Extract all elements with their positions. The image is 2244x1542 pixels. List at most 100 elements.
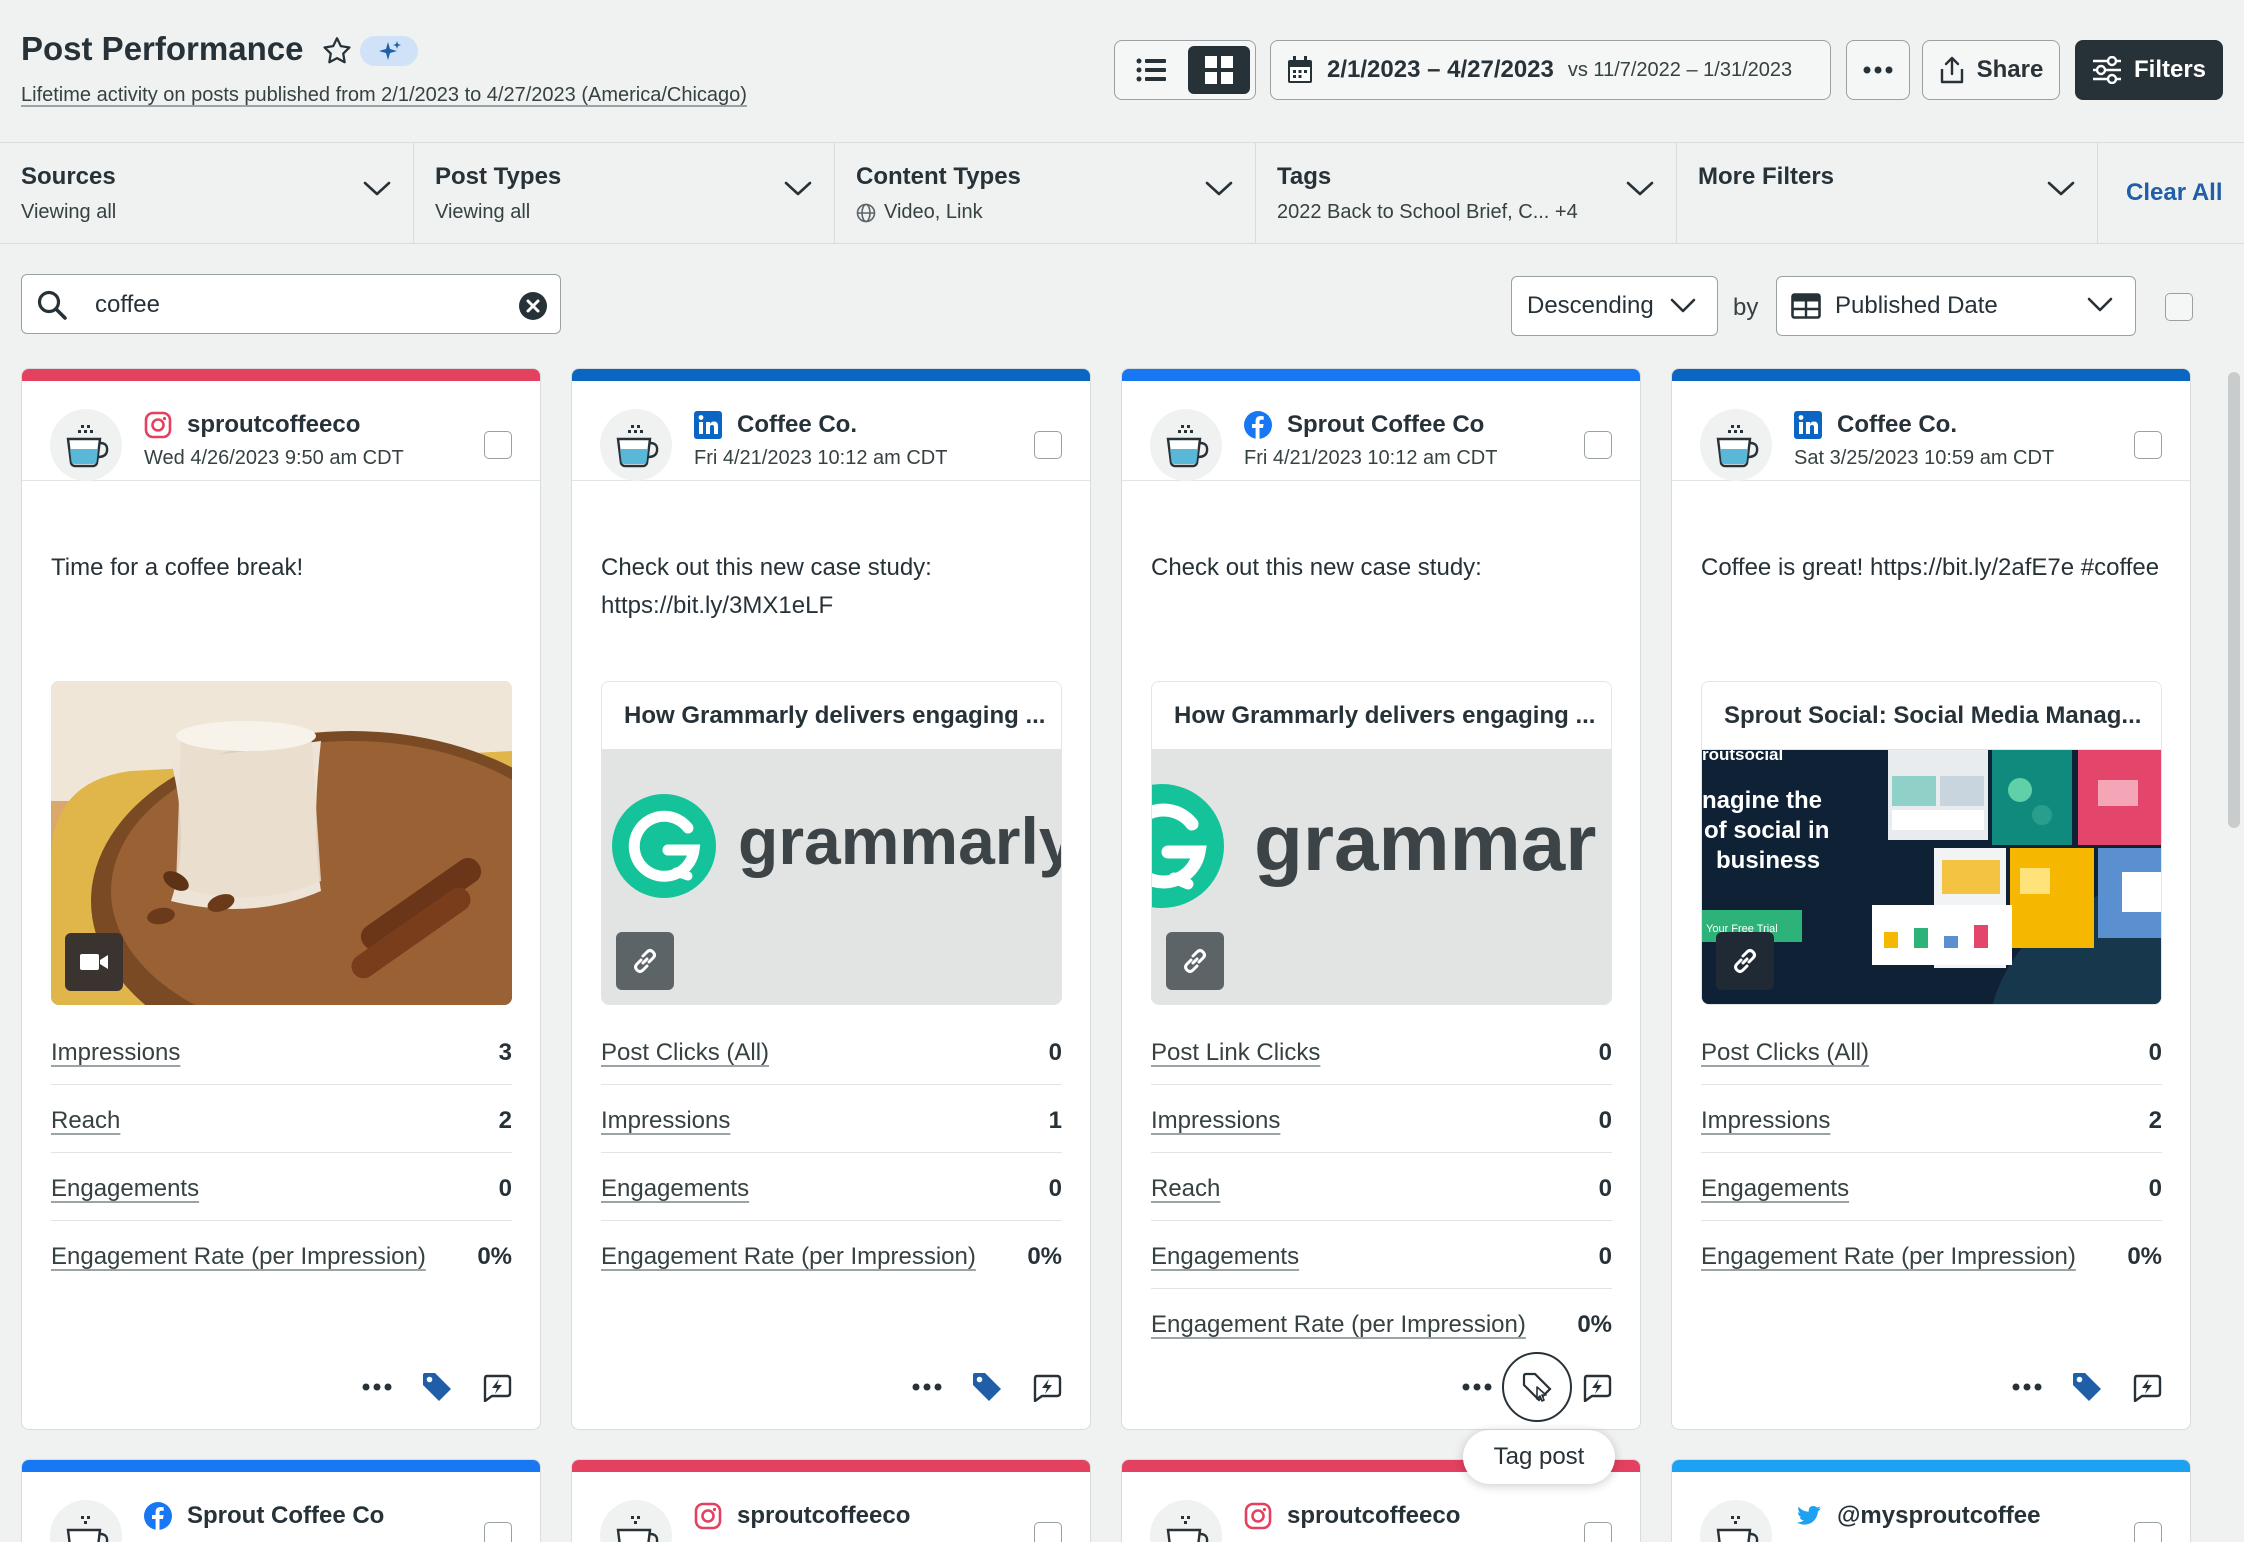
post-select-checkbox[interactable] xyxy=(2134,431,2162,459)
link-preview[interactable]: Sprout Social: Social Media Manag... rou… xyxy=(1701,681,2162,1005)
metric-label[interactable]: Impressions xyxy=(51,1039,180,1067)
tag-post-button[interactable] xyxy=(2070,1370,2104,1404)
link-preview[interactable]: How Grammarly delivers engaging ... gram… xyxy=(1151,681,1612,1005)
more-actions-button[interactable] xyxy=(910,1370,944,1404)
account-name[interactable]: sproutcoffeeco xyxy=(1287,1502,1460,1530)
link-icon xyxy=(634,949,656,973)
metric-label[interactable]: Impressions xyxy=(601,1107,730,1135)
account-name[interactable]: Coffee Co. xyxy=(1837,411,1957,439)
post-header: @mysproutcoffee xyxy=(1672,1472,2190,1542)
metric-value: 0 xyxy=(1048,1039,1062,1066)
chevron-down-icon xyxy=(1626,181,1654,196)
coffee-cup-icon xyxy=(616,425,659,468)
account-name[interactable]: @mysproutcoffee xyxy=(1837,1502,2040,1530)
post-select-checkbox[interactable] xyxy=(484,1522,512,1542)
star-icon[interactable] xyxy=(320,34,354,68)
spike-alert-button[interactable] xyxy=(480,1370,514,1404)
metric-label[interactable]: Engagements xyxy=(1151,1243,1299,1271)
more-actions-button[interactable] xyxy=(2010,1370,2044,1404)
link-preview[interactable]: How Grammarly delivers engaging ... gram… xyxy=(601,681,1062,1005)
filter-label: Sources xyxy=(21,163,116,190)
metric-label[interactable]: Engagements xyxy=(1701,1175,1849,1203)
more-options-button[interactable] xyxy=(1846,40,1910,100)
post-media-image[interactable] xyxy=(51,681,512,1005)
metric-label[interactable]: Reach xyxy=(51,1107,120,1135)
tag-post-button[interactable] xyxy=(970,1370,1004,1404)
tag-post-button[interactable] xyxy=(420,1370,454,1404)
share-button[interactable]: Share xyxy=(1922,40,2060,100)
network-color-bar xyxy=(572,369,1090,381)
chevron-down-icon xyxy=(784,181,812,196)
metric-label[interactable]: Engagement Rate (per Impression) xyxy=(1701,1243,2076,1271)
post-date: Wed 4/26/2023 9:50 am CDT xyxy=(144,447,404,469)
tag-post-button[interactable] xyxy=(1502,1352,1572,1422)
metric-label[interactable]: Engagements xyxy=(51,1175,199,1203)
metric-row: Reach 0 xyxy=(1151,1153,1612,1221)
spike-alert-button[interactable] xyxy=(1580,1370,1614,1404)
post-select-checkbox[interactable] xyxy=(1584,431,1612,459)
filter-sources[interactable]: Sources Viewing all xyxy=(0,143,414,243)
post-select-checkbox[interactable] xyxy=(1034,1522,1062,1542)
preview-headline-line3: business xyxy=(1716,847,1820,874)
sort-field-select[interactable]: Published Date xyxy=(1776,276,2136,336)
select-all-checkbox[interactable] xyxy=(2165,293,2193,321)
post-select-checkbox[interactable] xyxy=(1034,431,1062,459)
account-name[interactable]: Sprout Coffee Co xyxy=(1287,411,1484,439)
metric-value: 0 xyxy=(1598,1107,1612,1134)
preview-brand: routsocial xyxy=(1702,750,1783,764)
page-scrollbar[interactable] xyxy=(2228,372,2240,828)
metric-row: Reach 2 xyxy=(51,1085,512,1153)
metric-label[interactable]: Impressions xyxy=(1701,1107,1830,1135)
filter-post-types[interactable]: Post Types Viewing all xyxy=(414,143,835,243)
date-range-label: 2/1/2023 – 4/27/2023 xyxy=(1327,56,1554,83)
metric-value: 0% xyxy=(477,1243,512,1270)
metric-label[interactable]: Post Clicks (All) xyxy=(601,1039,769,1067)
metric-label[interactable]: Engagement Rate (per Impression) xyxy=(51,1243,426,1271)
more-actions-button[interactable] xyxy=(360,1370,394,1404)
spike-alert-button[interactable] xyxy=(2130,1370,2164,1404)
filter-tags[interactable]: Tags 2022 Back to School Brief, C... +4 xyxy=(1256,143,1677,243)
account-name[interactable]: sproutcoffeeco xyxy=(187,411,360,439)
search-box[interactable]: coffee xyxy=(21,274,561,334)
post-header: Coffee Co. Sat 3/25/2023 10:59 am CDT xyxy=(1672,381,2190,481)
metric-row: Impressions 0 xyxy=(1151,1085,1612,1153)
link-icon xyxy=(1184,949,1206,973)
post-select-checkbox[interactable] xyxy=(1584,1522,1612,1542)
share-label: Share xyxy=(1976,56,2044,83)
filter-content-types[interactable]: Content Types Video, Link xyxy=(835,143,1256,243)
grid-view-button[interactable] xyxy=(1188,46,1250,94)
account-name[interactable]: Coffee Co. xyxy=(737,411,857,439)
metric-label[interactable]: Impressions xyxy=(1151,1107,1280,1135)
metric-value: 0 xyxy=(1598,1039,1612,1066)
metric-label[interactable]: Post Link Clicks xyxy=(1151,1039,1320,1067)
date-range-picker[interactable]: 2/1/2023 – 4/27/2023 vs 11/7/2022 – 1/31… xyxy=(1270,40,1831,100)
account-name[interactable]: sproutcoffeeco xyxy=(737,1502,910,1530)
filter-value: Video, Link xyxy=(856,201,983,224)
metric-label[interactable]: Post Clicks (All) xyxy=(1701,1039,1869,1067)
spike-alert-button[interactable] xyxy=(1030,1370,1064,1404)
list-view-button[interactable] xyxy=(1120,46,1182,94)
sort-order-select[interactable]: Descending xyxy=(1511,276,1718,336)
account-name[interactable]: Sprout Coffee Co xyxy=(187,1502,384,1530)
metric-label[interactable]: Engagements xyxy=(601,1175,749,1203)
filters-button[interactable]: Filters xyxy=(2075,40,2223,100)
ai-sparkle-button[interactable] xyxy=(360,36,418,66)
metric-value: 0 xyxy=(498,1175,512,1202)
instagram-icon xyxy=(1244,1502,1272,1530)
filter-more[interactable]: More Filters xyxy=(1677,143,2098,243)
filter-label: Post Types xyxy=(435,163,562,190)
metric-label[interactable]: Reach xyxy=(1151,1175,1220,1203)
metric-label[interactable]: Engagement Rate (per Impression) xyxy=(1151,1311,1526,1339)
post-select-checkbox[interactable] xyxy=(484,431,512,459)
clear-search-icon[interactable] xyxy=(518,291,548,321)
search-input[interactable]: coffee xyxy=(95,291,160,319)
sort-by-label: by xyxy=(1733,294,1759,321)
tag-post-tooltip: Tag post xyxy=(1463,1430,1615,1484)
link-badge xyxy=(1166,932,1224,990)
metric-value: 0% xyxy=(1577,1311,1612,1338)
post-select-checkbox[interactable] xyxy=(2134,1522,2162,1542)
metric-label[interactable]: Engagement Rate (per Impression) xyxy=(601,1243,976,1271)
clear-all-link[interactable]: Clear All xyxy=(2126,179,2222,207)
more-actions-button[interactable] xyxy=(1460,1370,1494,1404)
post-header: Sprout Coffee Co xyxy=(22,1472,540,1542)
